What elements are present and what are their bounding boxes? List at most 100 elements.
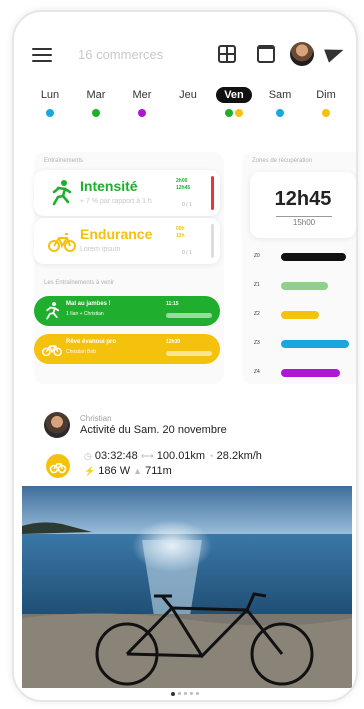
activity-dot bbox=[92, 109, 100, 117]
top-bar: 16 commerces bbox=[14, 40, 356, 70]
author-avatar[interactable] bbox=[44, 412, 70, 438]
zone-row: Z01h 5h bbox=[254, 252, 356, 262]
session-participants: Christian Bob bbox=[66, 349, 97, 355]
day-sam[interactable]: Sam bbox=[262, 87, 298, 119]
menu-icon[interactable] bbox=[32, 48, 52, 62]
activity-post[interactable]: Christian Activité du Sam. 20 novembre ◷… bbox=[44, 412, 344, 482]
elevation-icon: ▲ bbox=[133, 466, 143, 476]
metric-bar bbox=[211, 224, 214, 258]
plans-section-label: Les Entraînements à venir bbox=[44, 280, 115, 286]
calendar-icon[interactable] bbox=[257, 45, 275, 63]
activity-dot bbox=[235, 109, 243, 117]
session-track bbox=[166, 313, 212, 318]
activity-elevation: 711m bbox=[145, 465, 172, 477]
day-label: Dim bbox=[316, 89, 336, 101]
search-field[interactable]: 16 commerces bbox=[78, 47, 163, 62]
profile-avatar[interactable] bbox=[290, 42, 314, 66]
runner-icon bbox=[52, 180, 72, 206]
zone-label: Z1 bbox=[254, 282, 260, 288]
planned-session-2[interactable]: Rêve évanoui pro Christian Bob 12h30 bbox=[34, 334, 220, 364]
total-time-card: 12h45 15h00 bbox=[250, 172, 356, 238]
activity-dot bbox=[322, 109, 330, 117]
day-label: Lun bbox=[40, 89, 60, 101]
clock-icon: ◷ bbox=[84, 451, 92, 461]
distance-icon: ⟷ bbox=[140, 451, 154, 461]
pager-dot[interactable] bbox=[190, 692, 193, 695]
day-activity-dots bbox=[170, 109, 206, 119]
grid-icon[interactable] bbox=[218, 45, 236, 63]
activity-dot bbox=[46, 109, 54, 117]
day-dim[interactable]: Dim bbox=[308, 87, 344, 119]
metric-title: Endurance bbox=[80, 226, 153, 242]
session-title: Rêve évanoui pro bbox=[66, 339, 117, 345]
activity-speed: 28.2km/h bbox=[216, 450, 262, 462]
day-mar[interactable]: Mar bbox=[78, 87, 114, 119]
session-time: 11:15 bbox=[166, 301, 179, 307]
metric-time: 2h00 12h45 bbox=[176, 178, 191, 191]
power-icon: ⚡ bbox=[84, 466, 96, 476]
session-time: 12h30 bbox=[166, 339, 181, 345]
day-ven[interactable]: Ven bbox=[216, 87, 252, 119]
speed-icon: ◔ bbox=[208, 451, 214, 461]
total-goal: 15h00 bbox=[276, 216, 332, 227]
zone-row: Z31h 5h bbox=[254, 339, 356, 349]
activity-title: Activité du Sam. 20 novembre bbox=[80, 424, 227, 436]
runner-icon bbox=[46, 302, 60, 320]
bike-icon bbox=[49, 463, 67, 474]
pager-dot[interactable] bbox=[178, 692, 181, 695]
activity-photo[interactable] bbox=[22, 486, 352, 688]
day-activity-dots bbox=[124, 109, 160, 119]
intensity-card[interactable]: Intensité + 7 % par rapport à 1 h 2h00 1… bbox=[34, 170, 220, 216]
training-section-label: Entraînements bbox=[44, 158, 84, 164]
zone-bar bbox=[281, 369, 340, 377]
photo-pager[interactable] bbox=[14, 692, 356, 696]
send-icon[interactable] bbox=[324, 43, 346, 63]
zone-bar bbox=[281, 282, 328, 290]
zones-section-label: Zones de récupération bbox=[252, 158, 313, 164]
day-activity-dots bbox=[308, 109, 344, 119]
metric-subtitle: + 7 % par rapport à 1 h bbox=[80, 198, 152, 205]
pager-dot[interactable] bbox=[184, 692, 187, 695]
author-name[interactable]: Christian bbox=[80, 414, 112, 423]
day-label: Mer bbox=[132, 89, 152, 101]
day-label: Ven bbox=[216, 87, 252, 103]
pager-dot[interactable] bbox=[196, 692, 199, 695]
zone-label: Z4 bbox=[254, 369, 260, 375]
metric-bar bbox=[211, 176, 214, 210]
zone-label: Z2 bbox=[254, 311, 260, 317]
day-activity-dots bbox=[262, 109, 298, 119]
zone-label: Z0 bbox=[254, 253, 260, 259]
activity-duration: 03:32:48 bbox=[94, 450, 138, 462]
day-mer[interactable]: Mer bbox=[124, 87, 160, 119]
day-activity-dots bbox=[216, 109, 252, 119]
metric-count: 0 / 1 bbox=[182, 250, 192, 256]
pager-dot[interactable] bbox=[171, 692, 175, 696]
metric-time: 00h 12h bbox=[176, 226, 185, 239]
day-label: Jeu bbox=[179, 89, 197, 101]
session-participants: 1 Ilan + Christian bbox=[66, 311, 104, 317]
total-time: 12h45 bbox=[274, 188, 332, 210]
session-title: Mal au jambes ! bbox=[66, 301, 111, 307]
zone-row: Z11h 5h bbox=[254, 281, 356, 291]
day-activity-dots bbox=[78, 109, 114, 119]
endurance-card[interactable]: Endurance Lorem ipsum 00h 12h 0 / 1 bbox=[34, 218, 220, 264]
phone-frame: 16 commerces Lun Mar Mer Jeu Ven Sam Dim Entra… bbox=[12, 10, 358, 702]
planned-session-1[interactable]: Mal au jambes ! 1 Ilan + Christian 11:15 bbox=[34, 296, 220, 326]
session-track bbox=[166, 351, 212, 356]
metric-subtitle: Lorem ipsum bbox=[80, 246, 121, 253]
activity-dot bbox=[276, 109, 284, 117]
day-jeu[interactable]: Jeu bbox=[170, 87, 206, 119]
metric-title: Intensité bbox=[80, 178, 138, 194]
activity-type-icon bbox=[46, 454, 70, 478]
zone-bar bbox=[281, 340, 349, 348]
activity-power: 186 W bbox=[98, 465, 131, 477]
day-activity-dots bbox=[32, 109, 68, 119]
zone-row: Z41h 5h bbox=[254, 368, 356, 378]
day-label: Sam bbox=[268, 89, 292, 101]
zone-bar bbox=[281, 253, 346, 261]
zone-row: Z21h 5h bbox=[254, 310, 356, 320]
day-lun[interactable]: Lun bbox=[32, 87, 68, 119]
day-label: Mar bbox=[86, 89, 106, 101]
bike-icon bbox=[48, 233, 76, 252]
activity-dot bbox=[225, 109, 233, 117]
